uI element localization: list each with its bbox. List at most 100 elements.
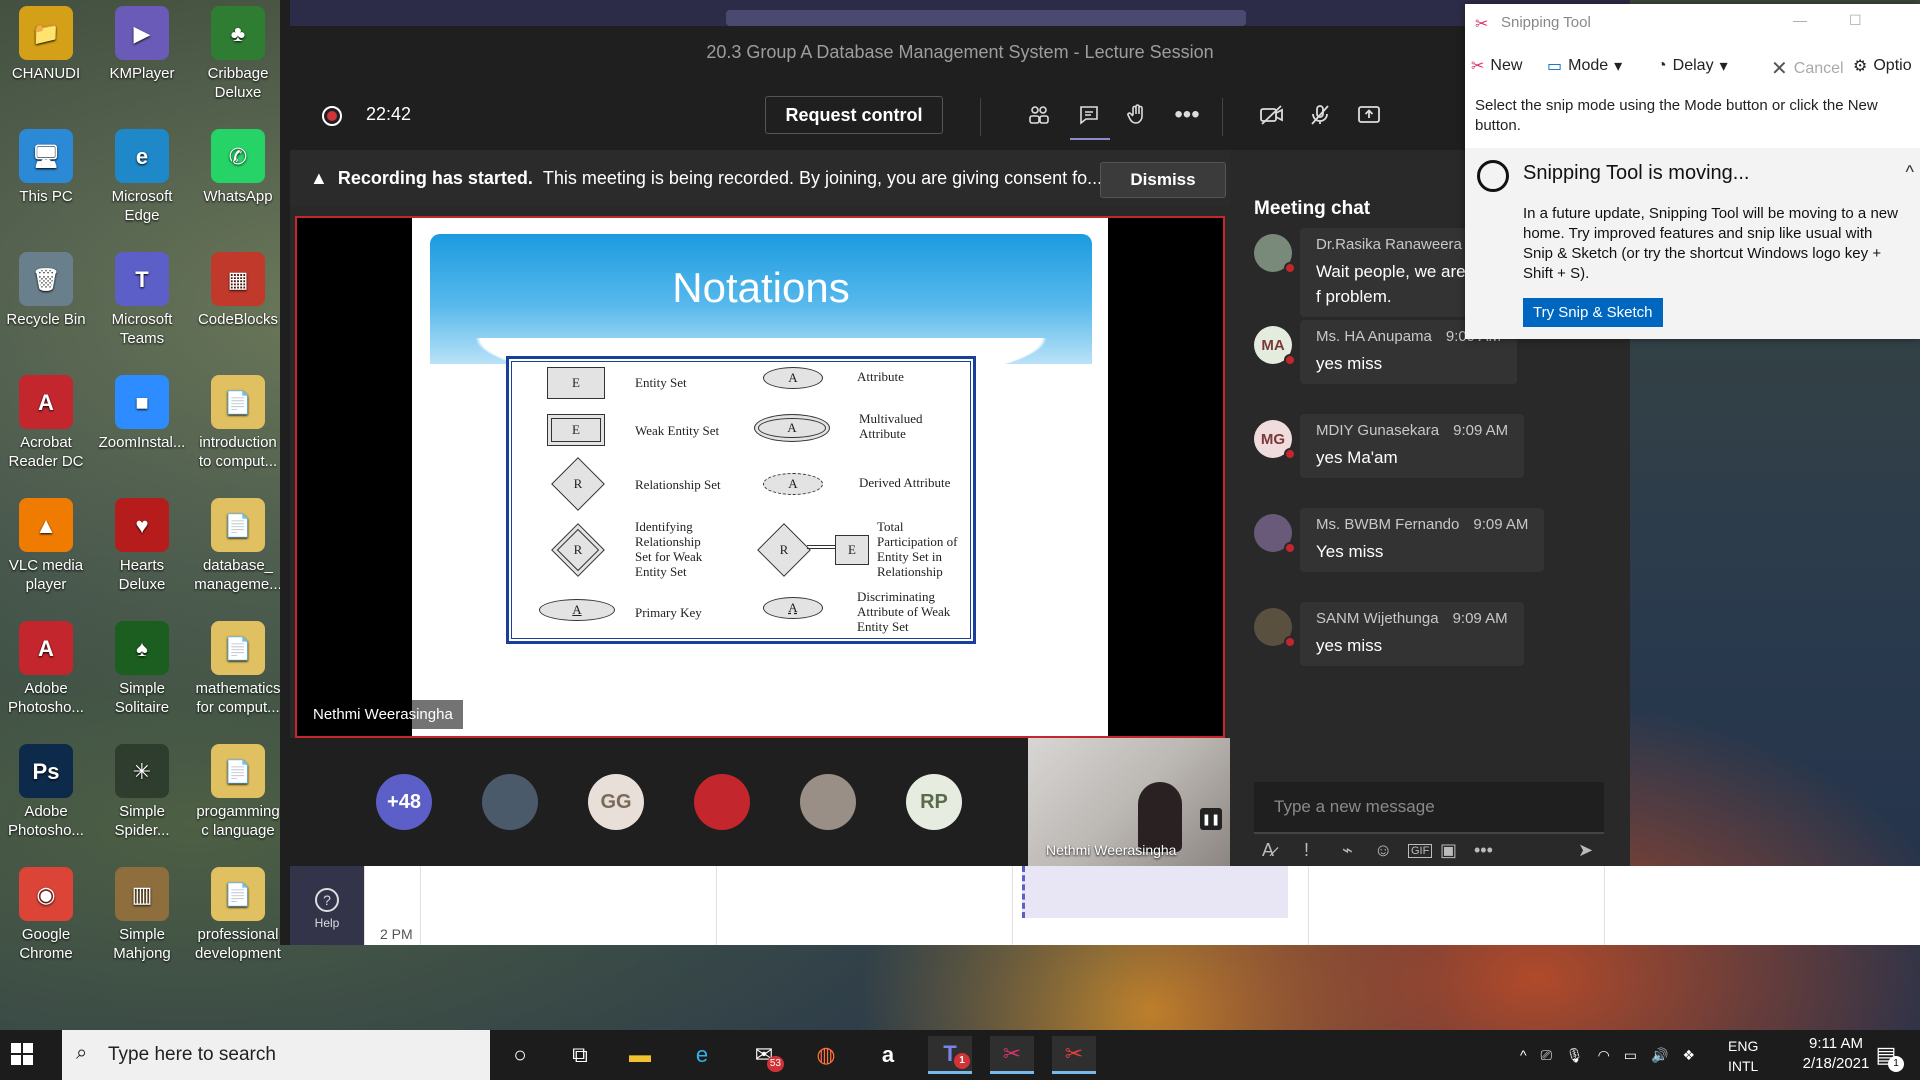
chevron-up-icon[interactable]: ^ bbox=[1520, 1047, 1527, 1063]
sticker-icon[interactable]: ▣ bbox=[1440, 840, 1457, 861]
camera-off-icon[interactable] bbox=[1255, 98, 1289, 132]
participant-avatar[interactable]: GG bbox=[588, 774, 644, 830]
message-text: Wait people, we are f problem. bbox=[1316, 262, 1466, 306]
gif-icon[interactable]: GIF bbox=[1408, 844, 1433, 858]
desktop-icon-label: Microsoft Teams bbox=[111, 311, 173, 347]
desktop-icon[interactable]: ▦ CodeBlocks bbox=[192, 252, 284, 329]
network-icon[interactable]: ◠ bbox=[1598, 1047, 1610, 1064]
desktop-icon[interactable]: ✆ WhatsApp bbox=[192, 129, 284, 206]
compose-input[interactable]: Type a new message bbox=[1254, 782, 1604, 834]
mic-off-icon[interactable] bbox=[1303, 98, 1337, 132]
participant-avatar[interactable]: +48 bbox=[376, 774, 432, 830]
teams-taskbar-icon[interactable]: T1 bbox=[928, 1036, 972, 1074]
volume-icon[interactable]: 🔊 bbox=[1651, 1047, 1668, 1064]
microphone-icon[interactable]: 🎙 bbox=[1566, 1047, 1584, 1064]
desktop-icon[interactable]: 🖥 This PC bbox=[0, 129, 92, 206]
delay-button[interactable]: ◔ Delay ▾ bbox=[1657, 56, 1728, 76]
pause-icon[interactable]: ❚❚ bbox=[1200, 808, 1222, 830]
participant-avatar[interactable] bbox=[694, 774, 750, 830]
battery-icon[interactable]: ▭ bbox=[1624, 1047, 1637, 1064]
format-icon[interactable]: A̷ bbox=[1262, 840, 1274, 861]
start-button[interactable] bbox=[10, 1042, 40, 1072]
calendar-day-column[interactable] bbox=[716, 866, 1012, 945]
desktop-icon[interactable]: e Microsoft Edge bbox=[96, 129, 188, 225]
calendar-day-column[interactable] bbox=[420, 866, 716, 945]
task-view-icon[interactable]: ⧉ bbox=[558, 1036, 602, 1074]
self-view-video[interactable]: ❚❚ Nethmi Weerasingha bbox=[1028, 738, 1230, 866]
desktop-icon[interactable]: ▲ VLC media player bbox=[0, 498, 92, 594]
desktop-icon[interactable]: ♣ Cribbage Deluxe bbox=[192, 6, 284, 102]
desktop-icon[interactable]: 📄 introduction to comput... bbox=[192, 375, 284, 471]
options-button[interactable]: ⚙ Optio bbox=[1853, 56, 1912, 76]
participant-avatar[interactable] bbox=[482, 774, 538, 830]
participant-avatar[interactable]: RP bbox=[906, 774, 962, 830]
desktop-icon[interactable]: T Microsoft Teams bbox=[96, 252, 188, 348]
minimize-icon[interactable]: — bbox=[1793, 12, 1807, 28]
desktop-icon[interactable]: 📁 CHANUDI bbox=[0, 6, 92, 83]
raise-hand-icon[interactable] bbox=[1120, 98, 1154, 132]
calendar-day-column[interactable] bbox=[1308, 866, 1604, 945]
search-icon: ⌕ bbox=[76, 1042, 88, 1064]
desktop-icon[interactable]: ▥ Simple Mahjong bbox=[96, 867, 188, 963]
desktop-icon[interactable]: A Acrobat Reader DC bbox=[0, 375, 92, 471]
attach-icon[interactable]: ⌁ bbox=[1342, 840, 1353, 861]
emoji-icon[interactable]: ☺ bbox=[1374, 840, 1392, 861]
meeting-timer: 22:42 bbox=[366, 104, 412, 124]
dropbox-icon[interactable]: ❖ bbox=[1682, 1047, 1695, 1064]
snip-sketch-taskbar-icon[interactable]: ✂ bbox=[1052, 1036, 1096, 1074]
desktop-icon[interactable]: Ps Adobe Photosho... bbox=[0, 744, 92, 840]
firefox-icon[interactable]: ◍ bbox=[804, 1036, 848, 1074]
attribute-shape: A bbox=[763, 367, 823, 389]
chat-icon[interactable] bbox=[1072, 98, 1106, 132]
notation-label: Primary Key bbox=[635, 605, 702, 620]
chevron-up-icon[interactable]: ^ bbox=[1906, 162, 1914, 183]
cortana-icon[interactable]: ○ bbox=[498, 1036, 542, 1074]
snipping-tool-taskbar-icon[interactable]: ✂ bbox=[990, 1036, 1034, 1074]
important-icon[interactable]: ! bbox=[1304, 840, 1309, 861]
edge-icon[interactable]: e bbox=[680, 1036, 724, 1074]
card-title: Snipping Tool is moving... bbox=[1523, 162, 1750, 184]
mail-icon[interactable]: ✉ 53 bbox=[742, 1036, 786, 1074]
file-explorer-icon[interactable]: ▬ bbox=[618, 1036, 662, 1074]
desktop-icon[interactable]: A Adobe Photosho... bbox=[0, 621, 92, 717]
share-screen-icon[interactable] bbox=[1352, 98, 1386, 132]
new-snip-button[interactable]: ✂ New bbox=[1471, 56, 1522, 76]
desktop-icon[interactable]: 📄 mathematics for comput... bbox=[192, 621, 284, 717]
shape-label: A bbox=[788, 370, 798, 385]
calendar-day-column[interactable] bbox=[1604, 866, 1920, 945]
notifications-icon[interactable]: ▤ 1 bbox=[1866, 1036, 1906, 1074]
try-snip-sketch-button[interactable]: Try Snip & Sketch bbox=[1523, 298, 1663, 327]
mode-button[interactable]: ▭ Mode ▾ bbox=[1547, 56, 1622, 76]
app-icon: ◉ bbox=[19, 867, 73, 921]
desktop-icon[interactable]: 🗑 Recycle Bin bbox=[0, 252, 92, 329]
desktop-icon[interactable]: ♥ Hearts Deluxe bbox=[96, 498, 188, 594]
desktop-icon[interactable]: 📄 professional development bbox=[192, 867, 284, 963]
desktop-icon[interactable]: 📄 database_ manageme... bbox=[192, 498, 284, 594]
meet-now-icon[interactable]: ⎚ bbox=[1541, 1047, 1552, 1064]
maximize-icon[interactable]: ☐ bbox=[1849, 12, 1862, 29]
status-dot bbox=[1284, 354, 1296, 366]
teams-search-bar[interactable] bbox=[726, 10, 1246, 26]
dismiss-button[interactable]: Dismiss bbox=[1100, 162, 1226, 198]
keyboard-label: INTL bbox=[1728, 1058, 1759, 1074]
participants-icon[interactable] bbox=[1022, 98, 1056, 132]
desktop-icon[interactable]: ✳ Simple Spider... bbox=[96, 744, 188, 840]
cancel-label: Cancel bbox=[1793, 59, 1844, 77]
calendar-event[interactable] bbox=[1022, 866, 1288, 918]
taskbar-search[interactable]: ⌕ Type here to search bbox=[62, 1030, 490, 1080]
desktop-icon-label: CHANUDI bbox=[11, 65, 81, 82]
participant-avatar[interactable] bbox=[800, 774, 856, 830]
request-control-button[interactable]: Request control bbox=[765, 96, 943, 134]
desktop-icon[interactable]: ▶ KMPlayer bbox=[96, 6, 188, 83]
desktop-icon[interactable]: ◉ Google Chrome bbox=[0, 867, 92, 963]
desktop-icon[interactable]: ■ ZoomInstal... bbox=[96, 375, 188, 452]
desktop-icon[interactable]: 📄 progamming c language bbox=[192, 744, 284, 840]
shape-label: A bbox=[788, 476, 798, 491]
desktop-icon[interactable]: ♠ Simple Solitaire bbox=[96, 621, 188, 717]
more-options-icon[interactable]: ••• bbox=[1170, 98, 1204, 132]
language-indicator[interactable]: ENG INTL bbox=[1728, 1036, 1758, 1076]
more-compose-icon[interactable]: ••• bbox=[1474, 840, 1493, 861]
amazon-icon[interactable]: a bbox=[866, 1036, 910, 1074]
help-button[interactable]: ? Help bbox=[290, 866, 364, 945]
send-icon[interactable]: ➤ bbox=[1578, 840, 1593, 861]
